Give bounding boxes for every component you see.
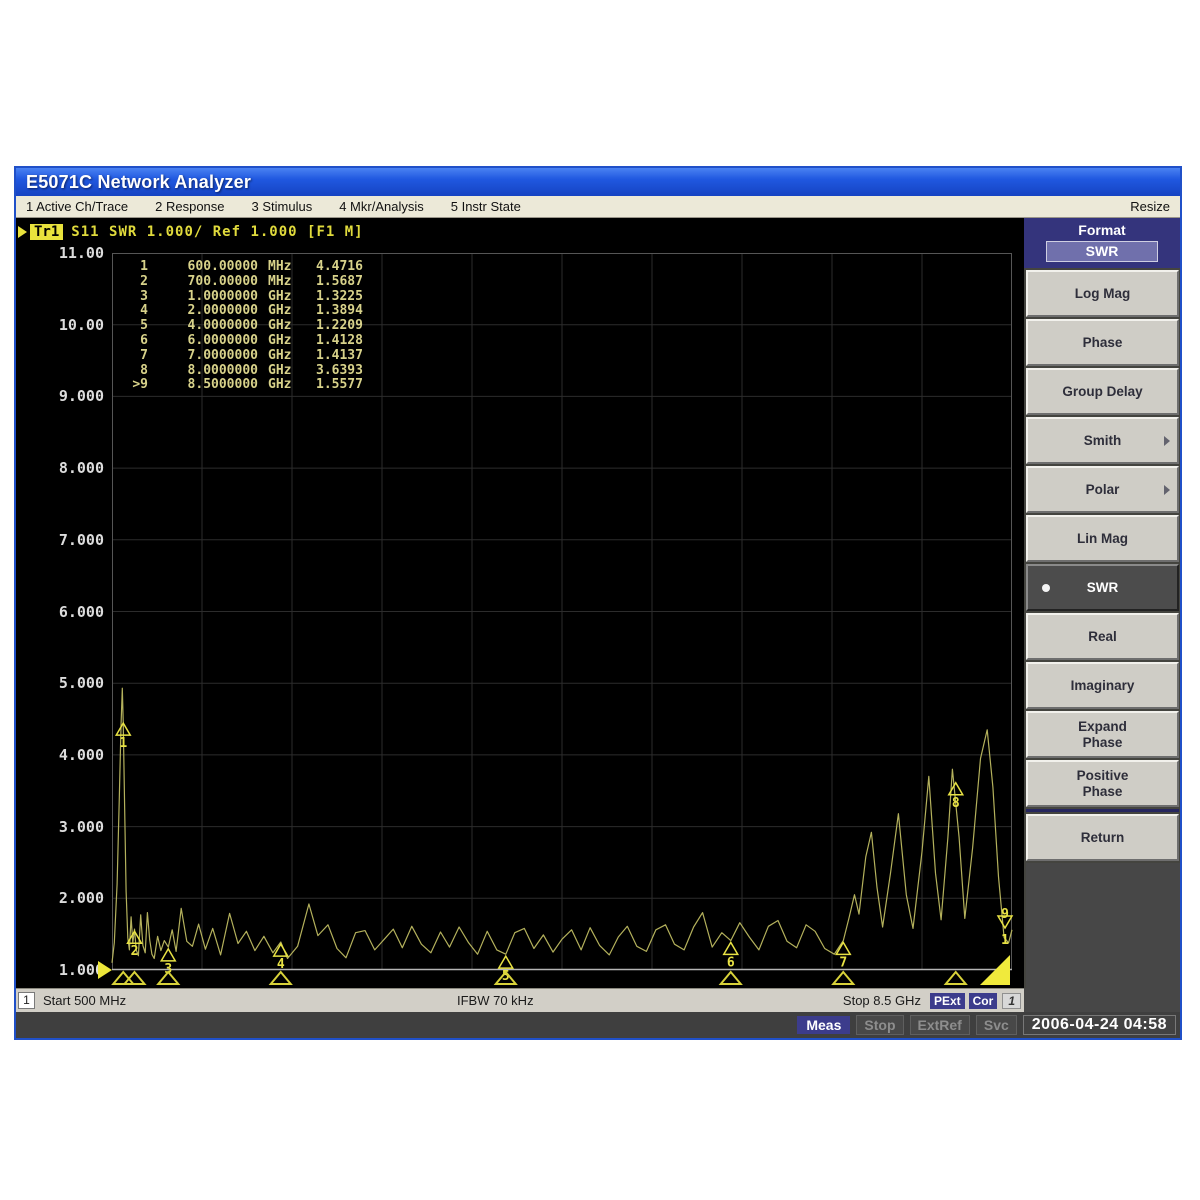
start-frequency-label: Start 500 MHz	[43, 993, 127, 1008]
svg-text:1: 1	[1001, 933, 1009, 948]
instrument-screen: Tr1 S11 SWR 1.000/ Ref 1.000 [F1 M] 11.0…	[16, 218, 1024, 988]
marker-table-row: 4 2.0000000 GHz 1.3894	[140, 303, 363, 319]
meas-status-badge: Meas	[797, 1016, 851, 1034]
status-filler	[1024, 988, 1180, 1012]
softkey-imaginary-button[interactable]: Imaginary	[1026, 662, 1179, 709]
y-axis-tick-label: 5.000	[58, 674, 104, 693]
y-axis-tick-label: 6.000	[58, 602, 104, 621]
y-axis-tick-label: 8.000	[58, 459, 104, 478]
channel-status-bar: 1 Start 500 MHz IFBW 70 kHz Stop 8.5 GHz…	[16, 988, 1024, 1012]
softkey-expand-phase-button[interactable]: Expand Phase	[1026, 711, 1179, 758]
softkey-positive-phase-button[interactable]: Positive Phase	[1026, 760, 1179, 807]
reference-level-arrow-icon	[98, 961, 112, 979]
softkey-lin-mag-button[interactable]: Lin Mag	[1026, 515, 1179, 562]
cor-badge: Cor	[968, 993, 998, 1009]
svg-text:2: 2	[131, 944, 139, 959]
softkey-smith-button[interactable]: Smith	[1026, 417, 1179, 464]
marker-table-row: >9 8.5000000 GHz 1.5577	[132, 377, 363, 393]
marker-table-row: 7 7.0000000 GHz 1.4137	[140, 347, 363, 363]
svg-text:4: 4	[277, 957, 285, 972]
y-axis-tick-label: 1.000	[58, 961, 104, 979]
marker-table-row: 8 8.0000000 GHz 3.6393	[140, 362, 363, 378]
svg-text:6: 6	[727, 955, 735, 970]
svg-text:8: 8	[952, 796, 960, 811]
y-axis-tick-label: 2.000	[58, 889, 104, 908]
softkey-group-delay-button[interactable]: Group Delay	[1026, 368, 1179, 415]
window-title: E5071C Network Analyzer	[26, 172, 252, 192]
submenu-chevron-icon	[1164, 435, 1170, 446]
trace-label: Tr1	[30, 224, 64, 240]
extref-status-badge: ExtRef	[909, 1015, 970, 1035]
softkey-return-button[interactable]: Return	[1026, 814, 1179, 861]
menu-item-1[interactable]: 1 Active Ch/Trace	[26, 199, 128, 214]
menu-item-2[interactable]: 2 Response	[155, 199, 224, 214]
marker-table-row: 3 1.0000000 GHz 1.3225	[140, 288, 363, 304]
svg-text:7: 7	[839, 955, 847, 970]
selected-bullet-icon	[1042, 583, 1050, 592]
sidebar-filler	[1026, 863, 1180, 988]
softkey-menu-title: Format	[1078, 222, 1126, 238]
marker-table-row: 6 6.0000000 GHz 1.4128	[140, 332, 363, 348]
stop-status-badge: Stop	[856, 1015, 904, 1035]
submenu-chevron-icon	[1164, 484, 1170, 495]
ifbw-label: IFBW 70 kHz	[457, 993, 534, 1008]
y-axis-tick-label: 3.000	[58, 817, 104, 836]
trace-status-line: Tr1 S11 SWR 1.000/ Ref 1.000 [F1 M]	[18, 222, 364, 242]
softkey-polar-button[interactable]: Polar	[1026, 466, 1179, 513]
menu-item-3[interactable]: 3 Stimulus	[252, 199, 313, 214]
pext-badge: PExt	[929, 993, 965, 1009]
softkey-menu: Format SWR Log Mag Phase Group Delay Smith P…	[1024, 218, 1180, 988]
menu-item-4[interactable]: 4 Mkr/Analysis	[339, 199, 424, 214]
softkey-menu-value: SWR	[1046, 241, 1158, 262]
softkey-real-button[interactable]: Real	[1026, 613, 1179, 660]
menu-item-5[interactable]: 5 Instr State	[451, 199, 521, 214]
y-axis-tick-label: 10.00	[58, 315, 104, 334]
softkey-swr-button[interactable]: SWR	[1026, 564, 1179, 611]
title-bar: E5071C Network Analyzer	[16, 168, 1180, 196]
y-axis-tick-label: 11.00	[58, 244, 104, 262]
svg-text:9: 9	[1001, 907, 1009, 922]
app-window: E5071C Network Analyzer 1 Active Ch/Trac…	[14, 166, 1182, 1040]
y-axis-tick-label: 7.000	[58, 530, 104, 549]
menu-bar: 1 Active Ch/Trace 2 Response 3 Stimulus 4 M…	[16, 196, 1180, 218]
channel-number-box: 1	[18, 992, 35, 1009]
active-trace-arrow-icon	[18, 226, 27, 238]
softkey-header: Format SWR	[1024, 218, 1180, 268]
channel-indicator: 1	[1002, 992, 1021, 1009]
softkey-log-mag-button[interactable]: Log Mag	[1026, 270, 1179, 317]
svg-text:1: 1	[119, 736, 127, 751]
marker-table-row: 1 600.00000 MHz 4.4716	[140, 259, 363, 274]
datetime-display: 2006-04-24 04:58	[1022, 1015, 1176, 1035]
resize-button[interactable]: Resize	[1130, 199, 1180, 214]
marker-table-row: 2 700.00000 MHz 1.5687	[140, 273, 363, 289]
softkey-phase-button[interactable]: Phase	[1026, 319, 1179, 366]
stop-frequency-label: Stop 8.5 GHz	[842, 993, 921, 1008]
trace-status-text: S11 SWR 1.000/ Ref 1.000 [F1 M]	[71, 224, 364, 240]
marker-table: 1 600.00000 MHz 4.4716 2 700.00000 MHz 1.5687 3 1…	[120, 259, 363, 393]
instrument-status-bar: Meas Stop ExtRef Svc 2006-04-24 04:58	[16, 1012, 1180, 1038]
y-axis-tick-label: 4.000	[58, 745, 104, 764]
softkey-separator	[1026, 809, 1179, 812]
svc-status-badge: Svc	[975, 1015, 1017, 1035]
marker-table-row: 5 4.0000000 GHz 1.2209	[140, 318, 363, 334]
y-axis-tick-label: 9.000	[58, 387, 104, 406]
